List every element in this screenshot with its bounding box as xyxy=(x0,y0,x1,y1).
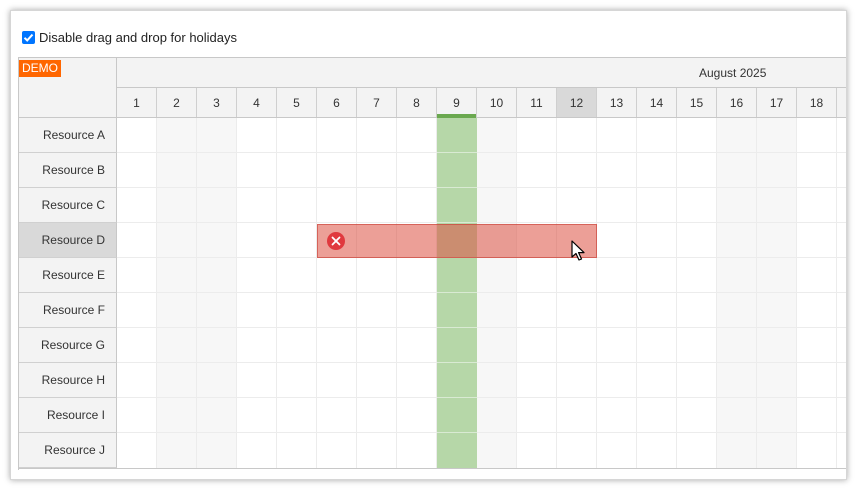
row-divider xyxy=(117,432,846,433)
day-header-10[interactable]: 10 xyxy=(477,88,517,117)
day-column xyxy=(237,118,277,468)
resource-column: Resource A Resource B Resource C Resource D… xyxy=(19,118,117,470)
day-column xyxy=(397,118,437,468)
disable-dnd-label[interactable]: Disable drag and drop for holidays xyxy=(39,30,237,45)
checkmark-icon xyxy=(23,33,34,42)
day-column xyxy=(797,118,837,468)
row-divider xyxy=(117,152,846,153)
day-header-9[interactable]: 9 xyxy=(437,88,477,118)
mouse-cursor-icon xyxy=(571,240,585,261)
error-x-icon xyxy=(327,232,345,250)
row-divider xyxy=(117,222,846,223)
day-column xyxy=(717,118,757,468)
day-column xyxy=(517,118,557,468)
holiday-band xyxy=(437,118,477,468)
drag-shadow-forbidden xyxy=(317,224,597,258)
day-header-7[interactable]: 7 xyxy=(357,88,397,117)
row-divider xyxy=(117,187,846,188)
day-header-4[interactable]: 4 xyxy=(237,88,277,117)
day-header-8[interactable]: 8 xyxy=(397,88,437,117)
day-column xyxy=(277,118,317,468)
days-header: 1 2 3 4 5 6 7 8 9 10 11 12 13 14 15 16 17 18 xyxy=(117,88,846,118)
day-header-18[interactable]: 18 xyxy=(797,88,837,117)
resource-row-header[interactable]: Resource A xyxy=(19,118,117,153)
day-header-3[interactable]: 3 xyxy=(197,88,237,117)
row-divider xyxy=(117,327,846,328)
row-divider xyxy=(117,397,846,398)
day-column xyxy=(677,118,717,468)
day-column xyxy=(757,118,797,468)
bottom-border xyxy=(19,468,846,469)
disable-dnd-checkbox[interactable] xyxy=(22,31,35,44)
day-header-1[interactable]: 1 xyxy=(117,88,157,117)
resource-row-header[interactable]: Resource E xyxy=(19,258,117,293)
day-column xyxy=(117,118,157,468)
day-header-6[interactable]: 6 xyxy=(317,88,357,117)
day-header-15[interactable]: 15 xyxy=(677,88,717,117)
demo-badge: DEMO xyxy=(19,60,61,77)
day-column xyxy=(557,118,597,468)
day-column xyxy=(477,118,517,468)
resource-row-header[interactable]: Resource I xyxy=(19,398,117,433)
scheduler: DEMO August 2025 1 2 3 4 5 6 7 8 9 10 11 12 13 14 15 16… xyxy=(18,57,846,470)
resource-row-header[interactable]: Resource H xyxy=(19,363,117,398)
day-header-13[interactable]: 13 xyxy=(597,88,637,117)
resource-row-header[interactable]: Resource D xyxy=(19,223,117,258)
day-header-11[interactable]: 11 xyxy=(517,88,557,117)
day-column xyxy=(197,118,237,468)
row-divider xyxy=(117,362,846,363)
day-header-16[interactable]: 16 xyxy=(717,88,757,117)
resource-row-header[interactable]: Resource B xyxy=(19,153,117,188)
day-header-12[interactable]: 12 xyxy=(557,88,597,117)
resource-row-header[interactable]: Resource F xyxy=(19,293,117,328)
month-header: August 2025 xyxy=(117,58,846,88)
row-divider xyxy=(117,292,846,293)
day-column xyxy=(597,118,637,468)
scheduler-grid[interactable] xyxy=(117,118,846,470)
day-column xyxy=(317,118,357,468)
day-header-14[interactable]: 14 xyxy=(637,88,677,117)
toolbar: Disable drag and drop for holidays xyxy=(22,30,237,45)
resource-row-header[interactable]: Resource G xyxy=(19,328,117,363)
day-header-5[interactable]: 5 xyxy=(277,88,317,117)
day-column xyxy=(357,118,397,468)
month-label: August 2025 xyxy=(699,66,767,80)
scheduler-corner: DEMO xyxy=(19,58,117,118)
day-column xyxy=(157,118,197,468)
resource-row-header[interactable]: Resource J xyxy=(19,433,117,468)
day-column xyxy=(637,118,677,468)
resource-row-header[interactable]: Resource C xyxy=(19,188,117,223)
day-header-17[interactable]: 17 xyxy=(757,88,797,117)
day-header-2[interactable]: 2 xyxy=(157,88,197,117)
